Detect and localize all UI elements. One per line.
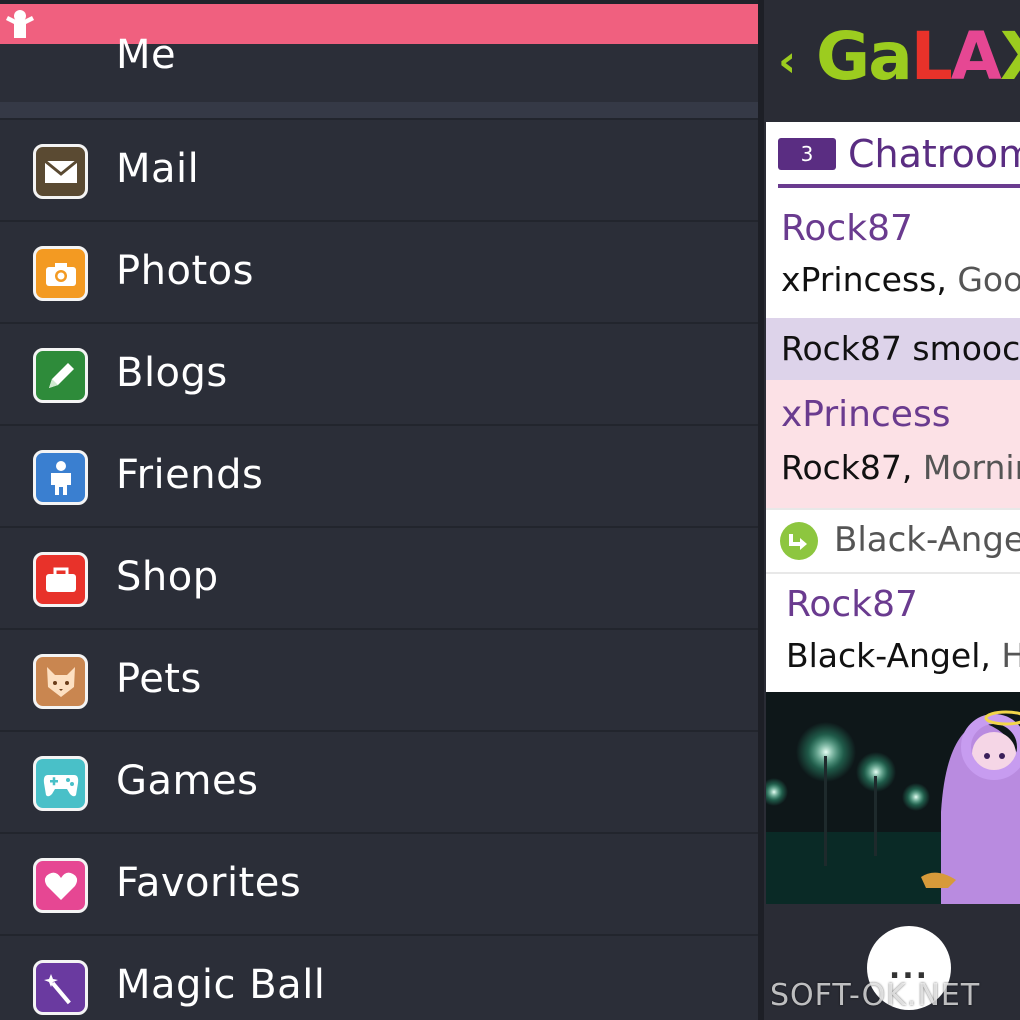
chat-action-message: Rock87 smooc	[766, 318, 1020, 380]
join-arrow-icon	[780, 522, 818, 560]
menu-item-favorites[interactable]: Favorites	[0, 832, 762, 934]
tab-label: Chatroom	[848, 132, 1020, 176]
message-sender[interactable]: Rock87	[781, 208, 913, 249]
menu-item-label: Shop	[116, 554, 219, 600]
message-text: Rock87 smooc	[781, 329, 1020, 368]
menu-item-mail[interactable]: Mail	[0, 118, 762, 220]
menu-item-label: Magic Ball	[116, 962, 326, 1008]
menu-item-me[interactable]: Me	[0, 0, 758, 102]
magic-wand-icon	[33, 960, 88, 1015]
app-header: ‹ GaLAXY	[764, 0, 1020, 122]
envelope-icon	[33, 144, 88, 199]
message-text: xPrincess, Goo	[781, 260, 1020, 299]
menu-item-photos[interactable]: Photos	[0, 220, 762, 322]
pencil-icon	[33, 348, 88, 403]
menu-item-pets[interactable]: Pets	[0, 628, 762, 730]
menu-item-label: Games	[116, 758, 259, 804]
message-sender[interactable]: Rock87	[786, 584, 918, 625]
watermark: SOFT-OK.NET	[770, 978, 981, 1013]
menu-item-label: Friends	[116, 452, 264, 498]
menu-item-blogs[interactable]: Blogs	[0, 322, 762, 424]
menu-item-friends[interactable]: Friends	[0, 424, 762, 526]
shopping-bag-icon	[33, 552, 88, 607]
galaxy-logo: GaLAXY	[816, 18, 1020, 95]
menu-item-label: Blogs	[116, 350, 228, 396]
app-panel: ‹ GaLAXY 3 Chatroom Rock87 xPrincess, Go…	[764, 0, 1020, 1020]
gamepad-icon	[33, 756, 88, 811]
chat-message[interactable]: xPrincess Rock87, Mornir	[766, 380, 1020, 508]
friends-icon	[33, 450, 88, 505]
tab-chatroom[interactable]: 3 Chatroom	[778, 132, 1020, 188]
message-text: Black-Angel, H	[786, 636, 1020, 675]
navigation-drawer: Me Mail Photos Blogs Friends Shop Pets G…	[0, 0, 762, 1020]
chatroom-scene-image	[766, 692, 1020, 904]
tab-count-badge: 3	[778, 138, 836, 170]
divider	[0, 102, 758, 118]
menu-item-label: Photos	[116, 248, 254, 294]
chat-join-notice: Black-Ange	[766, 508, 1020, 574]
menu-item-label: Mail	[116, 146, 200, 192]
back-chevron-icon[interactable]: ‹	[778, 36, 796, 87]
menu-item-games[interactable]: Games	[0, 730, 762, 832]
heart-icon	[33, 858, 88, 913]
cat-icon	[33, 654, 88, 709]
menu-item-label: Pets	[116, 656, 202, 702]
menu-item-magic-ball[interactable]: Magic Ball	[0, 934, 762, 1020]
chat-message[interactable]: Rock87 xPrincess, Goo	[766, 194, 1020, 312]
menu-item-label: Favorites	[116, 860, 302, 906]
message-text: Black-Ange	[834, 520, 1020, 560]
chat-message[interactable]: Rock87 Black-Angel, H	[766, 574, 1020, 692]
menu-item-shop[interactable]: Shop	[0, 526, 762, 628]
menu-item-label: Me	[116, 32, 177, 78]
camera-icon	[33, 246, 88, 301]
message-sender[interactable]: xPrincess	[781, 394, 950, 435]
chat-content: 3 Chatroom Rock87 xPrincess, Goo Rock87 …	[766, 122, 1020, 692]
message-text: Rock87, Mornir	[781, 448, 1020, 487]
person-icon	[0, 4, 758, 44]
